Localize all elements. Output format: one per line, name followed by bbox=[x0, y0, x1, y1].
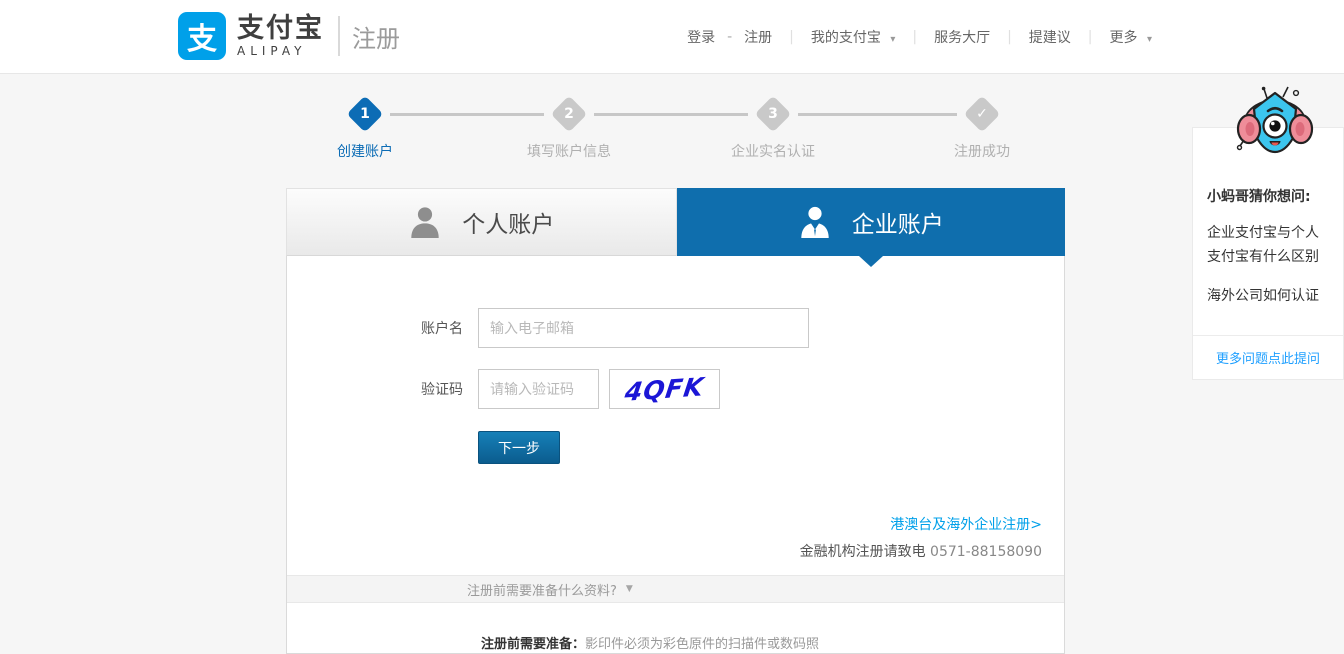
person-icon bbox=[411, 207, 439, 239]
prepare-note-label: 注册前需要准备： bbox=[481, 637, 586, 652]
nav-separator: | bbox=[1007, 29, 1012, 45]
main-content: 1 创建账户 2 填写账户信息 3 企业实名认证 ✓ 注册成功 个人账户 企业账… bbox=[0, 74, 1344, 654]
nav-dash: - bbox=[727, 29, 733, 45]
account-name-label: 账户名 bbox=[421, 321, 463, 337]
next-step-button[interactable]: 下一步 bbox=[478, 431, 560, 464]
prepare-materials-accordion[interactable]: 注册前需要准备什么资料? ▼ bbox=[287, 575, 1064, 603]
captcha-row: 验证码 4QFK bbox=[421, 369, 1064, 409]
nav-more-label: 更多 bbox=[1109, 30, 1138, 46]
account-email-input[interactable] bbox=[478, 308, 809, 348]
page-title: 注册 bbox=[352, 24, 400, 53]
step-3-label: 企业实名认证 bbox=[731, 144, 815, 160]
nav-suggestion-link[interactable]: 提建议 bbox=[1029, 27, 1071, 47]
captcha-image[interactable]: 4QFK bbox=[609, 369, 720, 409]
business-person-icon bbox=[801, 206, 829, 239]
chevron-down-icon: ▾ bbox=[1146, 34, 1152, 45]
brand-text: 支付宝 ALIPAY bbox=[237, 13, 324, 59]
chevron-down-icon: ▾ bbox=[890, 34, 896, 45]
register-form: 账户名 验证码 4QFK 下一步 bbox=[287, 256, 1064, 464]
step-1-number: 1 bbox=[360, 106, 370, 122]
step-1-label: 创建账户 bbox=[337, 144, 393, 160]
register-panel: 个人账户 企业账户 账户名 验证码 4QFK bbox=[286, 188, 1065, 654]
account-type-tabs: 个人账户 企业账户 bbox=[286, 188, 1065, 267]
header: 支 支付宝 ALIPAY 注册 登录 - 注册 | 我的支付宝 ▾ | 服务大厅… bbox=[0, 0, 1344, 74]
more-questions-link[interactable]: 更多问题点此提问 bbox=[1193, 335, 1343, 379]
nav-separator: | bbox=[789, 29, 794, 45]
step-register-success: ✓ 注册成功 bbox=[912, 95, 1052, 161]
alipay-logo-icon: 支 bbox=[178, 12, 226, 60]
prepare-note-text: 影印件必须为彩色原件的扫描件或数码照 bbox=[585, 637, 820, 652]
step-create-account: 1 创建账户 bbox=[295, 95, 435, 161]
nav-register-link[interactable]: 注册 bbox=[744, 27, 772, 47]
brand-name-cn: 支付宝 bbox=[237, 13, 324, 44]
alipay-logo[interactable]: 支 支付宝 ALIPAY 注册 bbox=[178, 12, 400, 60]
alipay-logo-glyph: 支 bbox=[187, 22, 217, 57]
help-question-difference[interactable]: 企业支付宝与个人支付宝有什么区别 bbox=[1207, 221, 1329, 269]
chevron-down-icon: ▼ bbox=[625, 584, 633, 594]
finance-phone-number: 0571-88158090 bbox=[930, 544, 1042, 560]
step-3-number: 3 bbox=[768, 106, 778, 122]
step-2-number: 2 bbox=[564, 106, 574, 122]
nav-service-hall-link[interactable]: 服务大厅 bbox=[934, 27, 990, 47]
nav-separator: | bbox=[912, 29, 918, 45]
nav-more-link[interactable]: 更多 ▾ bbox=[1110, 27, 1152, 47]
captcha-input[interactable] bbox=[478, 369, 599, 409]
progress-stepper: 1 创建账户 2 填写账户信息 3 企业实名认证 ✓ 注册成功 bbox=[286, 95, 1065, 171]
tab-personal-account[interactable]: 个人账户 bbox=[286, 188, 677, 256]
nav-my-alipay-label: 我的支付宝 bbox=[810, 30, 881, 46]
overseas-register-link[interactable]: 港澳台及海外企业注册> bbox=[890, 514, 1042, 534]
help-card-title: 小蚂哥猜你想问: bbox=[1207, 189, 1311, 205]
tab-enterprise-label: 企业账户 bbox=[851, 212, 944, 238]
logo-divider bbox=[338, 16, 340, 56]
step-4-marker: ✓ bbox=[963, 95, 1001, 133]
help-card: 小蚂哥猜你想问: 企业支付宝与个人支付宝有什么区别 海外公司如何认证 更多问题点… bbox=[1192, 127, 1344, 380]
step-4-label: 注册成功 bbox=[954, 144, 1010, 160]
tab-personal-label: 个人账户 bbox=[462, 212, 555, 238]
top-nav: 登录 - 注册 | 我的支付宝 ▾ | 服务大厅 | 提建议 | 更多 ▾ bbox=[677, 27, 1162, 47]
nav-separator: | bbox=[1087, 29, 1093, 45]
step-2-label: 填写账户信息 bbox=[527, 144, 611, 160]
captcha-image-text: 4QFK bbox=[622, 371, 707, 407]
step-fill-info: 2 填写账户信息 bbox=[499, 95, 639, 161]
nav-login-link[interactable]: 登录 bbox=[687, 27, 715, 47]
mascot-robot-icon bbox=[1236, 86, 1314, 154]
help-question-overseas[interactable]: 海外公司如何认证 bbox=[1207, 284, 1329, 308]
nav-my-alipay-link[interactable]: 我的支付宝 ▾ bbox=[811, 27, 895, 47]
step-1-marker: 1 bbox=[346, 95, 384, 133]
step-3-marker: 3 bbox=[754, 95, 792, 133]
finance-contact-note: 金融机构注册请致电 0571-88158090 bbox=[800, 541, 1042, 561]
brand-name-en: ALIPAY bbox=[237, 44, 307, 58]
finance-note-text: 金融机构注册请致电 bbox=[799, 544, 926, 560]
step-enterprise-verify: 3 企业实名认证 bbox=[703, 95, 843, 161]
step-2-marker: 2 bbox=[550, 95, 588, 133]
accordion-title: 注册前需要准备什么资料? bbox=[467, 583, 617, 599]
tab-enterprise-account[interactable]: 企业账户 bbox=[676, 188, 1065, 267]
prepare-note: 注册前需要准备：影印件必须为彩色原件的扫描件或数码照 bbox=[481, 633, 819, 652]
check-icon: ✓ bbox=[976, 106, 988, 122]
account-name-row: 账户名 bbox=[421, 308, 1064, 348]
captcha-label: 验证码 bbox=[421, 382, 463, 398]
